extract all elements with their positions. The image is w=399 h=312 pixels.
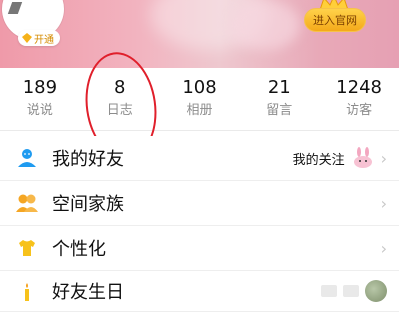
- menu-item-family[interactable]: 空间家族 ›: [0, 181, 399, 226]
- profile-header: 开通 进入官网: [0, 0, 399, 68]
- stat-count: 8: [113, 77, 126, 98]
- menu-item-personalize[interactable]: 个性化 ›: [0, 226, 399, 271]
- enter-site-label: 进入官网: [313, 14, 357, 27]
- chevron-right-icon: ›: [380, 238, 387, 258]
- stat-visitors[interactable]: 1248 访客: [319, 68, 399, 130]
- follow-link[interactable]: 我的关注 ›: [293, 147, 387, 169]
- open-membership-badge[interactable]: 开通: [18, 30, 60, 46]
- stats-row: 189 说说 8 日志 108 相册 21 留言 1248 访客: [0, 68, 399, 131]
- row-chevron: ›: [381, 194, 387, 213]
- stat-count: 1248: [336, 77, 382, 98]
- stat-blog[interactable]: 8 日志: [80, 68, 160, 130]
- stat-messages[interactable]: 21 留言: [239, 68, 319, 130]
- stat-count: 189: [22, 77, 58, 98]
- stat-count: 21: [267, 77, 291, 98]
- row-chevron: ›: [381, 239, 387, 258]
- bunny-icon: [353, 147, 372, 168]
- stat-label: 说说: [26, 103, 53, 118]
- stat-label: 日志: [106, 103, 133, 118]
- stat-label: 访客: [346, 103, 373, 118]
- placeholder-thumb: [343, 285, 359, 297]
- stat-label: 相册: [186, 103, 213, 118]
- candle-icon: [16, 280, 38, 302]
- chevron-right-icon: ›: [380, 193, 387, 213]
- user-icon: [16, 147, 38, 169]
- stat-shuoshuo[interactable]: 189 说说: [0, 68, 80, 130]
- menu-item-label: 好友生日: [52, 282, 124, 303]
- avatar-mark: [7, 2, 23, 14]
- menu-item-label: 空间家族: [52, 194, 124, 215]
- placeholder-thumb: [321, 285, 337, 297]
- menu-item-label: 个性化: [52, 239, 106, 260]
- stat-label: 留言: [266, 103, 293, 118]
- stat-album[interactable]: 108 相册: [160, 68, 240, 130]
- row-extras: [321, 280, 387, 302]
- menu-item-birthday[interactable]: 好友生日: [0, 271, 399, 312]
- follow-label: 我的关注: [292, 152, 345, 168]
- group-icon: [16, 192, 38, 214]
- menu-item-friends[interactable]: 我的好友 我的关注 ›: [0, 136, 399, 181]
- chevron-right-icon: ›: [380, 148, 387, 168]
- menu-item-label: 我的好友: [52, 149, 124, 170]
- tshirt-icon: [16, 237, 38, 259]
- diamond-icon: [22, 33, 32, 43]
- header-glow-2: [230, 0, 300, 50]
- menu-list: 我的好友 我的关注 › 空间家族 › 个性化 › 好友生日: [0, 136, 399, 312]
- stat-count: 108: [182, 77, 217, 98]
- enter-official-site-button[interactable]: 进入官网: [304, 8, 366, 32]
- open-label: 开通: [34, 34, 54, 46]
- friend-avatar: [365, 280, 387, 302]
